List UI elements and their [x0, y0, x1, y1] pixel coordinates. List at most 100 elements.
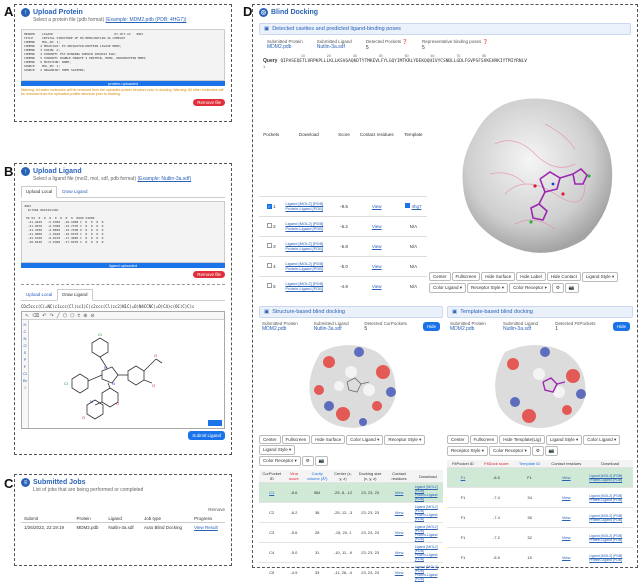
table-row[interactable]: F1 -5.5 15 View Ligand [MOL2] [PDB] Protein-…: [447, 547, 633, 568]
ligand-style-dropdown[interactable]: Ligand Style ▾: [581, 272, 619, 282]
complex-download-link[interactable]: Protein-Ligand [PDB]: [285, 206, 332, 211]
hide-surface-button[interactable]: Hide Surface: [311, 435, 346, 444]
ligand-sketcher[interactable]: ↖ ⌫ ↶ ↷ ╱ ⬡ ⬠ ± ⊕ ⊖ H C N O S P F Cl Br I: [21, 311, 225, 429]
center-button[interactable]: Center: [259, 435, 281, 444]
view-contacts-link[interactable]: View: [353, 215, 400, 236]
hide-surface-button[interactable]: Hide Surface: [481, 272, 516, 281]
zoom-out-icon[interactable]: ⊖: [90, 313, 94, 319]
atom-n[interactable]: N: [24, 336, 27, 341]
view-contacts-link[interactable]: View: [353, 255, 400, 276]
tab-upload-local-2[interactable]: Upload Local: [21, 289, 57, 300]
pocket-checkbox[interactable]: [266, 263, 272, 268]
hide-label-button[interactable]: Hide Label: [516, 272, 546, 281]
header-vina-score[interactable]: Vina score: [284, 470, 304, 483]
molecule-viewer-main[interactable]: [435, 74, 631, 270]
remove-jobs-link[interactable]: Remove: [21, 507, 225, 512]
color-ligand-dropdown[interactable]: Color Ligand ▾: [429, 283, 467, 293]
template-viewer[interactable]: [447, 332, 633, 434]
center-button[interactable]: Center: [447, 435, 469, 444]
tab-draw-ligand-2[interactable]: Draw Ligand: [57, 289, 93, 301]
atom-o[interactable]: O: [23, 343, 26, 348]
ligand-example-link[interactable]: (Example: Nutlin-3a.sdf): [138, 176, 192, 182]
header-template-id[interactable]: Template ID: [513, 460, 546, 468]
atom-c[interactable]: C: [24, 329, 27, 334]
zoom-in-icon[interactable]: ⊕: [83, 313, 87, 319]
atom-p[interactable]: P: [24, 357, 27, 362]
ring-tool-icon[interactable]: ⬡: [63, 313, 67, 319]
table-row[interactable]: C3 -5.6 28 -15, 20, 1 23, 23, 23 View Ligand …: [259, 522, 443, 543]
redo-icon[interactable]: ↷: [49, 313, 53, 319]
table-row[interactable]: F1 -7.4 34 View Ligand [MOL2] [PDB] Protein-…: [447, 487, 633, 508]
fullscreen-button[interactable]: Fullscreen: [469, 435, 499, 444]
camera-icon[interactable]: 📷: [314, 456, 329, 466]
left-hide-button[interactable]: Hide: [422, 322, 440, 331]
view-result-link[interactable]: View Result: [191, 523, 225, 533]
pointer-tool-icon[interactable]: ↖: [25, 313, 29, 319]
complex-download-link[interactable]: Protein-Ligand [PDB]: [285, 226, 332, 231]
atom-br[interactable]: Br: [23, 378, 27, 383]
protein-example-link[interactable]: (Example: MDM2.pdb (PDB: 4HG7)): [106, 17, 187, 23]
color-receptor-dropdown[interactable]: Color Receptor ▾: [259, 456, 301, 466]
header-cavity-volume[interactable]: Cavity volume (Å³): [303, 470, 332, 483]
tab-draw-ligand[interactable]: Draw Ligand: [57, 186, 92, 197]
color-receptor-dropdown[interactable]: Color Receptor ▾: [509, 283, 551, 293]
tab-upload-local[interactable]: Upload Local: [21, 186, 58, 198]
fullscreen-button[interactable]: Fullscreen: [451, 272, 481, 281]
atom-f[interactable]: F: [24, 364, 26, 369]
atom-palette[interactable]: H C N O S P F Cl Br I: [22, 320, 29, 428]
complex-download-link[interactable]: Protein-Ligand [PDB]: [285, 266, 332, 271]
view-contacts-link[interactable]: View: [353, 275, 400, 296]
pocket-checkbox[interactable]: [266, 243, 272, 248]
help-icon[interactable]: ❓: [483, 39, 489, 44]
submit-ligand-button[interactable]: Submit Ligand: [188, 431, 225, 440]
view-contacts-link[interactable]: View: [353, 195, 400, 216]
header-fitdock-score[interactable]: FitDock score: [478, 460, 514, 468]
camera-icon[interactable]: 📷: [564, 283, 579, 293]
table-row[interactable]: F1 -8.5 F1 View Ligand [MOL2] [PDB] Protein-…: [447, 467, 633, 488]
hide-contact-button[interactable]: Hide Contact: [546, 272, 581, 281]
camera-icon[interactable]: 📷: [544, 446, 559, 456]
table-row[interactable]: 2 Ligand [MOL2] [PDB] Protein-Ligand [PDB…: [259, 215, 427, 236]
settings-icon[interactable]: ⚙: [551, 283, 564, 293]
smiles-input[interactable]: COc5ccc(C(=NC(c1ccc(Cl)cc1)C(c2ccc(Cl)cc…: [21, 304, 225, 309]
settings-icon[interactable]: ⚙: [301, 456, 314, 466]
right-hide-button[interactable]: Hide: [612, 322, 630, 331]
undo-icon[interactable]: ↶: [42, 313, 46, 319]
info-ligand-value[interactable]: Nutlin-3a.sdf: [317, 44, 352, 50]
bond-tool-icon[interactable]: ╱: [57, 313, 60, 319]
atom-cl[interactable]: Cl: [23, 371, 27, 376]
table-row[interactable]: 3 Ligand [MOL2] [PDB] Protein-Ligand [PDB…: [259, 235, 427, 256]
settings-icon[interactable]: ⚙: [531, 446, 544, 456]
template-link[interactable]: 4hg7: [412, 204, 422, 209]
sketcher-toolbar[interactable]: ↖ ⌫ ↶ ↷ ╱ ⬡ ⬠ ± ⊕ ⊖: [22, 312, 224, 320]
pocket-checkbox[interactable]: ✓: [266, 203, 272, 209]
table-row[interactable]: F1 -7.4 35 View Ligand [MOL2] [PDB] Protein-…: [447, 507, 633, 528]
table-row[interactable]: ✓ 1 Ligand [MOL2] [PDB] Protein-Ligand [P…: [259, 195, 427, 216]
ring-tool-icon[interactable]: ⬠: [70, 313, 74, 319]
info-protein-value[interactable]: MDM2.pdb: [267, 44, 303, 50]
receptor-style-dropdown[interactable]: Receptor Style ▾: [447, 446, 489, 456]
color-ligand-dropdown[interactable]: Color Ligand ▾: [346, 435, 384, 445]
hide-template-button[interactable]: Hide Template(Lig): [499, 435, 545, 444]
remove-protein-button[interactable]: Remove file: [193, 99, 225, 106]
center-button[interactable]: Center: [429, 272, 451, 281]
view-contacts-link[interactable]: View: [353, 235, 400, 256]
complex-download-link[interactable]: Protein-Ligand [PDB]: [285, 286, 332, 291]
table-row[interactable]: F1 -7.2 32 View Ligand [MOL2] [PDB] Protein-…: [447, 527, 633, 548]
pocket-checkbox[interactable]: [266, 223, 272, 228]
erase-tool-icon[interactable]: ⌫: [32, 313, 39, 319]
table-row[interactable]: 5 Ligand [MOL2] [PDB] Protein-Ligand [PDB…: [259, 275, 427, 296]
table-row[interactable]: C5 -4.9 33 -11, 26, -4 23, 23, 23 View Ligand…: [259, 562, 443, 583]
atom-h[interactable]: H: [24, 322, 27, 327]
table-row[interactable]: C2 -6.2 38 -25, 12, -3 23, 23, 23 View Ligand…: [259, 502, 443, 523]
charge-icon[interactable]: ±: [77, 313, 80, 319]
help-icon[interactable]: ❓: [402, 39, 408, 44]
table-row[interactable]: 4 Ligand [MOL2] [PDB] Protein-Ligand [PDB…: [259, 255, 427, 276]
ligand-style-dropdown[interactable]: Ligand Style ▾: [545, 435, 583, 445]
sketcher-nav-icon[interactable]: [208, 420, 222, 426]
complex-download-link[interactable]: Protein-Ligand [PDB]: [285, 246, 332, 251]
receptor-style-dropdown[interactable]: Receptor Style ▾: [467, 283, 509, 293]
atom-i[interactable]: I: [24, 385, 25, 390]
ligand-style-dropdown[interactable]: Ligand Style ▾: [259, 445, 296, 455]
receptor-style-dropdown[interactable]: Receptor Style ▾: [384, 435, 426, 445]
